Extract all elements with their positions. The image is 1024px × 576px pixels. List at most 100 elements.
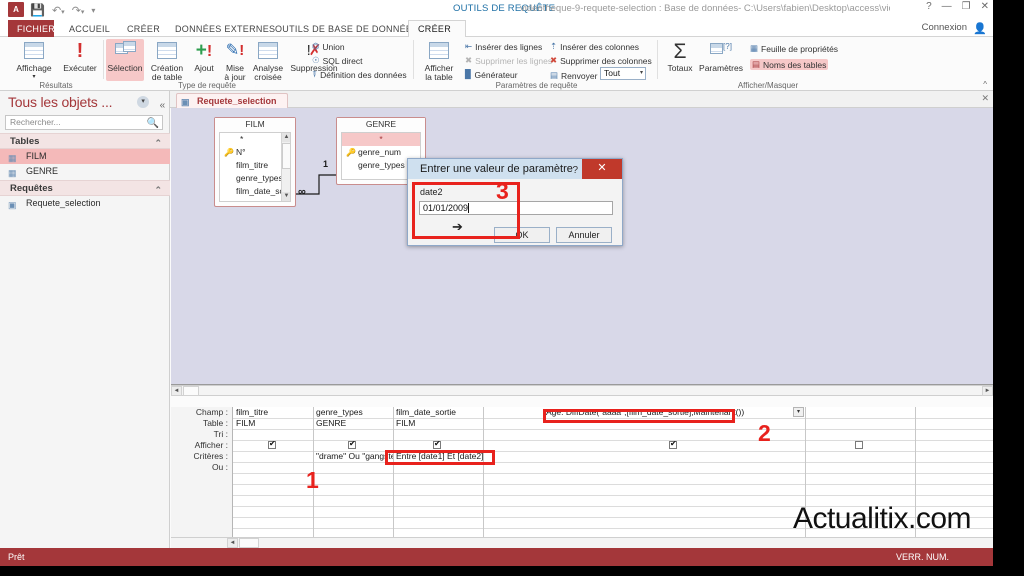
query-design-pane[interactable]: ∞ 1 FILM * 🔑 N° film_titre genre_types f… [171,108,993,385]
nav-item-film[interactable]: ▦ FILM [0,149,170,164]
feuille-proprietes-item[interactable]: ▦ Feuille de propriétés [750,43,838,54]
show-checkbox[interactable] [855,441,863,449]
nav-item-requete_selection[interactable]: ▣ Requete_selection [0,196,170,211]
ribbon-tab-0[interactable]: FICHIER [8,20,55,37]
close-icon[interactable]: ✕ [981,1,989,12]
totaux-label: Totaux [667,63,693,73]
customize-qat-icon[interactable]: ▾ [91,6,95,15]
return-rows-select[interactable]: Tout ▾ [600,67,646,80]
connexion-label[interactable]: Connexion [922,22,967,33]
noms-des-tables-item[interactable]: ▤ Noms des tables [750,59,829,70]
chevron-up-icon[interactable]: ^ [983,80,987,89]
append-plus-icon: +! [195,40,213,61]
undo-icon[interactable]: ↶▾ [52,4,65,17]
tab-requete-selection[interactable]: ▣ Requete_selection [176,93,288,108]
dialog-help-icon[interactable]: ? [572,161,578,181]
user-account-icon[interactable]: 👤 [973,22,987,35]
field-row[interactable]: 🔑 N° [220,146,290,159]
field-row[interactable]: film_duree [220,198,290,201]
creation-de-table-button[interactable]: Création de table [146,39,188,81]
show-checkbox[interactable] [348,439,356,449]
navigation-options-icon[interactable]: ▾ [137,96,149,108]
field-list-film[interactable]: FILM * 🔑 N° film_titre genre_types film_… [214,117,296,207]
inserer-colonnes-item[interactable]: ⇡ Insérer des colonnes [550,41,639,52]
field-row[interactable]: genre_types [220,172,290,185]
ribbon-tab-label: DONNÉES EXTERNES [175,23,276,34]
search-icon[interactable]: 🔍 [147,117,159,130]
nav-group-0[interactable]: Tables ⌃ [0,133,170,149]
dialog-close-button[interactable]: ✕ [582,159,622,179]
scroll-thumb[interactable] [183,386,199,396]
scroll-left-icon[interactable]: ◄ [171,386,182,396]
mise-a-jour-button[interactable]: ✎! Mise à jour [220,39,250,81]
access-logo-icon: A [8,2,24,17]
save-icon[interactable]: 💾 [30,3,45,17]
grid-cell-field[interactable]: genre_types [313,407,393,418]
grid-cell-field[interactable]: Age: DiffDate("aaaa";[film_date_sortie];… [543,407,805,418]
ribbon-tab-5[interactable]: CRÉER [408,20,466,38]
collapse-nav-icon[interactable]: « [160,95,166,117]
grid-cell-field[interactable]: film_titre [233,407,313,418]
nav-item-genre[interactable]: ▦ GENRE [0,164,170,179]
afficher-la-table-button[interactable]: Afficher la table [419,39,459,81]
show-checkbox[interactable] [433,439,441,449]
scroll-thumb[interactable] [282,143,290,169]
parameter-dialog[interactable]: Entrer une valeur de paramètre ? ✕ date2… [407,158,623,246]
union-item[interactable]: ⏣ Union [312,41,345,52]
scroll-down-icon[interactable]: ▼ [282,192,290,201]
field-list-scrollbar[interactable]: ▲ ▼ [281,133,290,201]
totaux-button[interactable]: Σ Totaux [664,39,696,73]
redo-icon[interactable]: ↷▾ [72,4,85,17]
scroll-thumb[interactable] [239,538,259,548]
search-input[interactable]: Rechercher... 🔍 [5,115,163,130]
ribbon-tab-2[interactable]: CRÉER [118,20,160,37]
renvoyer-item[interactable]: ▤ Renvoyer : [550,70,602,81]
ribbon-tab-4[interactable]: OUTILS DE BASE DE DONNÉES [266,20,418,37]
scroll-right-icon[interactable]: ► [982,386,993,396]
navigation-pane-title-label: Tous les objets ... [8,94,113,110]
noms-des-tables-label: Noms des tables [763,59,827,70]
chevron-down-icon[interactable]: ▾ [793,407,804,417]
grid-cell-table[interactable]: FILM [233,418,313,429]
inserer-lignes-item[interactable]: ⇤ Insérer des lignes [465,41,542,52]
supprimer-colonnes-item[interactable]: ✖ Supprimer des colonnes [550,55,652,66]
chevron-down-icon[interactable]: ▾ [640,68,643,79]
restore-icon[interactable]: ❐ [962,1,971,12]
parametres-button[interactable]: [?] Paramètres [698,39,744,73]
show-checkbox[interactable] [268,439,276,449]
nav-group-1[interactable]: Requêtes ⌃ [0,180,170,196]
ribbon-tab-1[interactable]: ACCUEIL [60,20,112,37]
close-document-icon[interactable]: ✕ [981,93,989,104]
nav-item-label: GENRE [26,166,59,176]
cancel-button[interactable]: Annuler [556,227,612,243]
show-checkbox[interactable] [669,439,677,449]
grid-cell-table[interactable]: GENRE [313,418,393,429]
ribbon-tab-3[interactable]: DONNÉES EXTERNES [166,20,275,37]
grid-cell-table[interactable]: FILM [393,418,483,429]
help-icon[interactable]: ? [926,1,932,12]
grid-cell-criteria[interactable]: Entre [date1] Et [date2] [393,451,483,462]
scroll-up-icon[interactable]: ▲ [282,133,290,142]
grid-cell-criteria[interactable]: "drame" Ou "gangster" [313,451,393,462]
affichage-button[interactable]: Affichage ▾ [12,39,56,81]
parameter-input[interactable]: 01/01/2009 [419,201,613,215]
ok-button[interactable]: OK [494,227,550,243]
grid-cell-field[interactable]: film_date_sortie [393,407,483,418]
design-pane-hscrollbar[interactable]: ◄ ► [171,385,993,396]
field-row[interactable]: film_titre [220,159,290,172]
sql-direct-item[interactable]: ☉ SQL direct [312,55,362,66]
ajout-button[interactable]: +! Ajout [189,39,219,73]
definition-donnees-item[interactable]: ⍒ Définition des données [312,69,407,80]
field-row-star[interactable]: * [342,133,420,146]
affichage-dropdown-arrow[interactable]: ▾ [12,73,56,82]
generateur-item[interactable]: ▉ Générateur [465,69,518,80]
field-row[interactable]: * [220,133,290,146]
field-row[interactable]: film_date_sortie [220,185,290,198]
analyse-croisee-button[interactable]: Analyse croisée [250,39,286,81]
executer-button[interactable]: ! Exécuter [58,39,102,73]
dialog-body: date2 01/01/2009 OK Annuler ➔ [408,179,622,245]
grid-hscrollbar[interactable]: ◄ [171,537,993,548]
scroll-left-icon[interactable]: ◄ [227,538,238,548]
selection-button[interactable]: Sélection [106,39,144,81]
minimize-icon[interactable]: — [942,1,952,12]
